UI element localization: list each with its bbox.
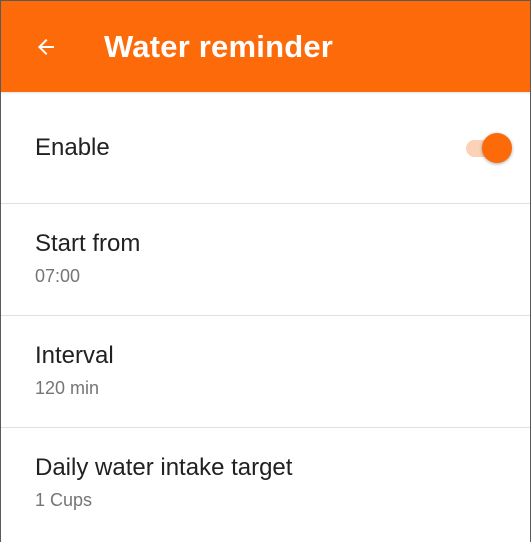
back-button[interactable] — [20, 21, 72, 73]
start-from-row[interactable]: Start from 07:00 — [1, 204, 530, 316]
interval-value: 120 min — [35, 378, 100, 398]
arrow-left-icon — [38, 38, 54, 55]
screen: Water reminder Enable Start from 07:00 I… — [0, 0, 531, 542]
start-from-value: 07:00 — [35, 266, 81, 286]
toggle-thumb — [482, 132, 512, 163]
enable-toggle[interactable] — [464, 132, 512, 163]
page-title: Water reminder — [104, 28, 334, 64]
daily-target-value: 1 Cups — [35, 490, 93, 510]
daily-target-row[interactable]: Daily water intake target 1 Cups — [1, 428, 530, 540]
enable-label: Enable — [35, 133, 110, 161]
interval-label: Interval — [35, 342, 114, 369]
interval-row[interactable]: Interval 120 min — [1, 316, 530, 428]
app-bar: Water reminder — [1, 1, 530, 92]
start-from-label: Start from — [35, 230, 141, 257]
enable-row[interactable]: Enable — [1, 92, 530, 204]
daily-target-label: Daily water intake target — [35, 454, 293, 481]
